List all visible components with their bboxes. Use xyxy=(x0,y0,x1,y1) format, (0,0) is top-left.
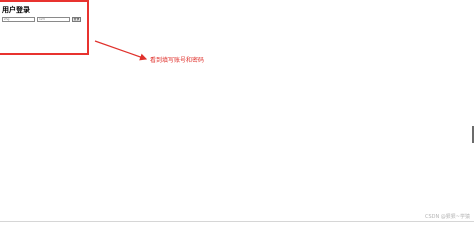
password-input[interactable]: 123 xyxy=(37,17,70,22)
bottom-divider xyxy=(0,221,474,222)
login-form: zhg 123 登录 xyxy=(0,17,82,22)
login-panel-highlight: 用户登录 zhg 123 登录 xyxy=(0,0,89,55)
annotation-note: 看到填写账号和密码 xyxy=(150,57,205,64)
page-canvas: 用户登录 zhg 123 登录 看到填写账号和密码 CSDN @狠狠~学猿 xyxy=(0,0,474,225)
login-title: 用户登录 xyxy=(2,6,30,14)
username-input[interactable]: zhg xyxy=(2,17,35,22)
watermark-text: CSDN @狠狠~学猿 xyxy=(424,214,470,220)
login-button[interactable]: 登录 xyxy=(72,17,81,22)
